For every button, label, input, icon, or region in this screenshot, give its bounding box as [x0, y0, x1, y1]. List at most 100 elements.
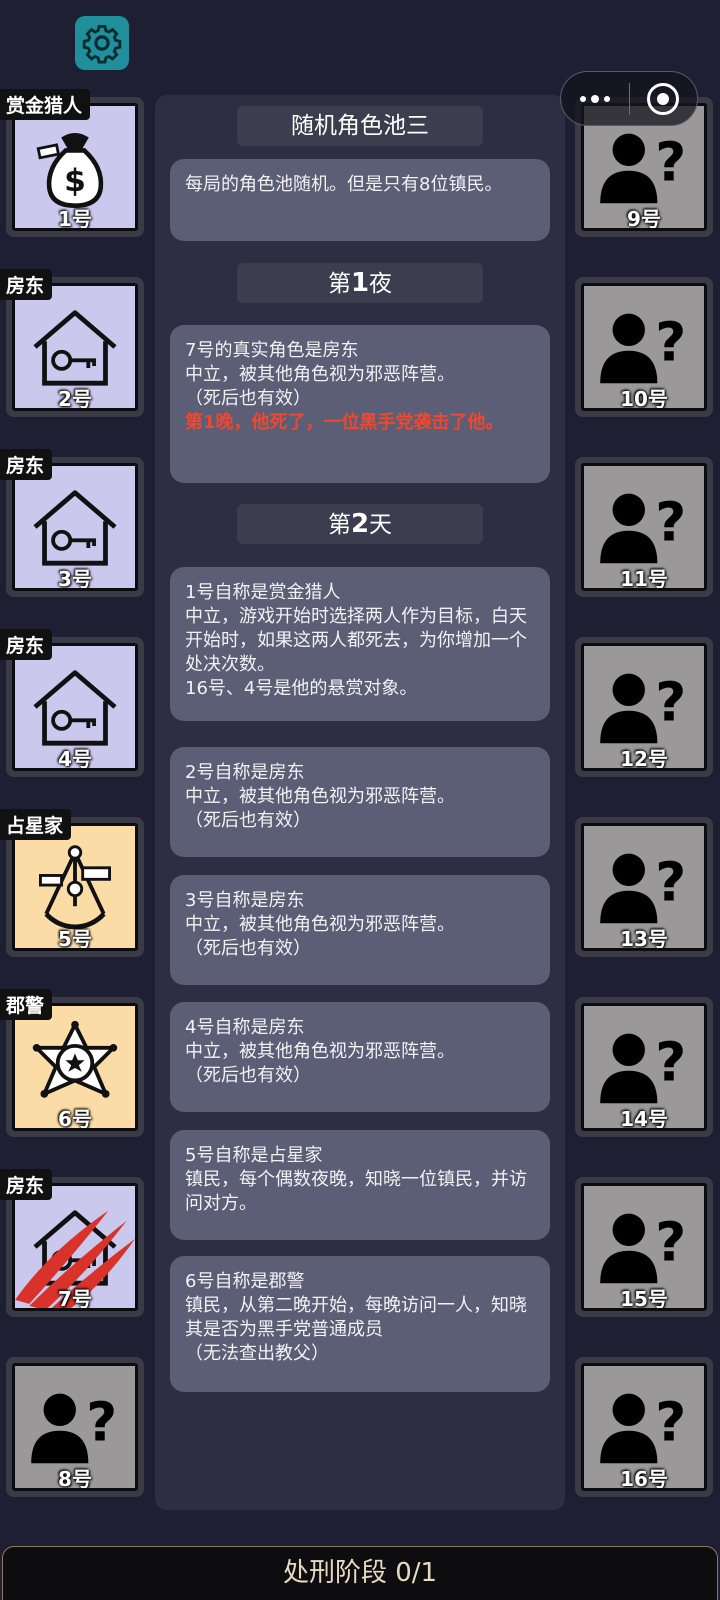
night-suffix: 夜: [369, 271, 393, 297]
unknown-person-icon: ?: [600, 1030, 686, 1104]
svg-text:?: ?: [655, 1210, 686, 1273]
player-card: ? 11号: [581, 463, 707, 591]
svg-text:?: ?: [655, 130, 686, 193]
msg-line: 中立，被其他角色视为邪恶阵营。: [185, 364, 455, 385]
player-number: 2号: [58, 387, 92, 411]
night-prefix: 第: [327, 271, 351, 297]
svg-text:?: ?: [655, 850, 686, 913]
svg-text:?: ?: [655, 1030, 686, 1093]
player-card: 3号: [12, 463, 138, 591]
msg-line: 中立，被其他角色视为邪恶阵营。: [185, 1041, 455, 1062]
death-notice: 第1晚，他死了，一位黑手党袭击了他。: [185, 412, 504, 433]
player-seat-3[interactable]: 3号 房东: [0, 449, 144, 597]
day-prefix: 第: [327, 512, 351, 538]
player-card: 7号: [12, 1183, 138, 1311]
player-seat-7[interactable]: 7号 房东: [0, 1169, 144, 1317]
unknown-person-icon: ?: [600, 1390, 686, 1464]
claim-message-5: 5号自称是占星家 镇民，每个偶数夜晚，知晓一位镇民，并访问对方。: [170, 1130, 550, 1240]
day-suffix: 天: [369, 512, 393, 538]
night-number: 1: [350, 268, 370, 298]
msg-line: 镇民，从第二晚开始，每晚访问一人，知晓其是否为黑手党普通成员: [185, 1295, 527, 1340]
player-card: 4号: [12, 643, 138, 771]
player-seat-14[interactable]: ? 14号: [575, 997, 713, 1137]
player-seat-16[interactable]: ? 16号: [575, 1357, 713, 1497]
player-number: 10号: [620, 387, 668, 411]
player-card: 5号: [12, 823, 138, 951]
msg-line: 3号自称是房东: [185, 890, 305, 911]
msg-line: 7号的真实角色是房东: [185, 340, 359, 361]
night-1-title: 第1夜: [237, 263, 483, 303]
msg-line: 6号自称是郡警: [185, 1271, 305, 1292]
role-tag: 房东: [0, 1169, 53, 1200]
house-key-icon: [33, 670, 117, 746]
claim-message-4: 4号自称是房东 中立，被其他角色视为邪恶阵营。 （死后也有效）: [170, 1002, 550, 1112]
role-tag: 赏金猎人: [0, 89, 91, 120]
msg-line: （死后也有效）: [185, 388, 311, 409]
player-number: 16号: [620, 1467, 668, 1491]
player-seat-8[interactable]: ? 8号: [6, 1357, 144, 1497]
player-card: ? 13号: [581, 823, 707, 951]
player-number: 13号: [620, 927, 668, 951]
player-number: 1号: [58, 207, 92, 231]
svg-text:?: ?: [655, 490, 686, 553]
player-seat-5[interactable]: 5号 占星家: [0, 809, 144, 957]
player-number: 8号: [58, 1467, 92, 1491]
player-number: 14号: [620, 1107, 668, 1131]
player-seat-15[interactable]: ? 15号: [575, 1177, 713, 1317]
night-1-message: 7号的真实角色是房东 中立，被其他角色视为邪恶阵营。 （死后也有效） 第1晚，他…: [170, 325, 550, 483]
player-card: 6号: [12, 1003, 138, 1131]
house-key-icon: [33, 310, 117, 386]
player-card: ? 8号: [12, 1363, 138, 1491]
unknown-person-icon: ?: [31, 1390, 117, 1464]
msg-line: 镇民，每个偶数夜晚，知晓一位镇民，并访问对方。: [185, 1169, 527, 1214]
msg-line: （死后也有效）: [185, 810, 311, 831]
execution-phase-bar[interactable]: 处刑阶段 0/1: [2, 1546, 718, 1600]
player-card: ? 15号: [581, 1183, 707, 1311]
claim-message-1: 1号自称是赏金猎人 中立，游戏开始时选择两人作为目标，白天开始时，如果这两人都死…: [170, 567, 550, 721]
player-seat-10[interactable]: ? 10号: [575, 277, 713, 417]
day-2-title: 第2天: [237, 504, 483, 544]
unknown-person-icon: ?: [600, 850, 686, 924]
target-icon: [647, 82, 680, 115]
role-tag: 房东: [0, 269, 53, 300]
role-tag: 房东: [0, 449, 53, 480]
player-card: ? 12号: [581, 643, 707, 771]
more-button[interactable]: [561, 72, 629, 125]
intro-message: 每局的角色池随机。但是只有8位镇民。: [170, 159, 550, 241]
svg-text:$: $: [64, 163, 86, 199]
player-seat-6[interactable]: 6号 郡警: [0, 989, 144, 1137]
player-number: 9号: [627, 207, 661, 231]
close-button[interactable]: [630, 72, 698, 125]
game-log-panel[interactable]: 随机角色池三 每局的角色池随机。但是只有8位镇民。 第1夜 7号的真实角色是房东…: [155, 95, 565, 1510]
more-dots-icon: [579, 95, 586, 102]
player-seat-4[interactable]: 4号 房东: [0, 629, 144, 777]
player-number: 12号: [620, 747, 668, 771]
sheriff-star-icon: [32, 1020, 118, 1098]
mini-program-capsule: [560, 71, 698, 126]
player-seat-2[interactable]: 2号 房东: [0, 269, 144, 417]
unknown-person-icon: ?: [600, 1210, 686, 1284]
player-seat-1[interactable]: $ 1号 赏金猎人: [0, 89, 144, 237]
player-number: 7号: [58, 1287, 92, 1311]
player-seat-11[interactable]: ? 11号: [575, 457, 713, 597]
msg-line: 中立，被其他角色视为邪恶阵营。: [185, 786, 455, 807]
unknown-person-icon: ?: [600, 310, 686, 384]
day-number: 2: [350, 509, 370, 539]
house-key-icon: [33, 490, 117, 566]
player-card: 2号: [12, 283, 138, 411]
player-number: 4号: [58, 747, 92, 771]
player-seat-12[interactable]: ? 12号: [575, 637, 713, 777]
player-card: $ 1号: [12, 103, 138, 231]
unknown-person-icon: ?: [600, 130, 686, 204]
player-number: 6号: [58, 1107, 92, 1131]
player-seat-13[interactable]: ? 13号: [575, 817, 713, 957]
player-card: ? 16号: [581, 1363, 707, 1491]
player-card: ? 14号: [581, 1003, 707, 1131]
svg-text:?: ?: [655, 310, 686, 373]
msg-line: 5号自称是占星家: [185, 1145, 323, 1166]
role-tag: 占星家: [0, 809, 72, 840]
settings-button[interactable]: [75, 16, 129, 70]
gear-icon: [82, 24, 122, 64]
unknown-person-icon: ?: [600, 670, 686, 744]
role-pool-title: 随机角色池三: [237, 106, 483, 146]
